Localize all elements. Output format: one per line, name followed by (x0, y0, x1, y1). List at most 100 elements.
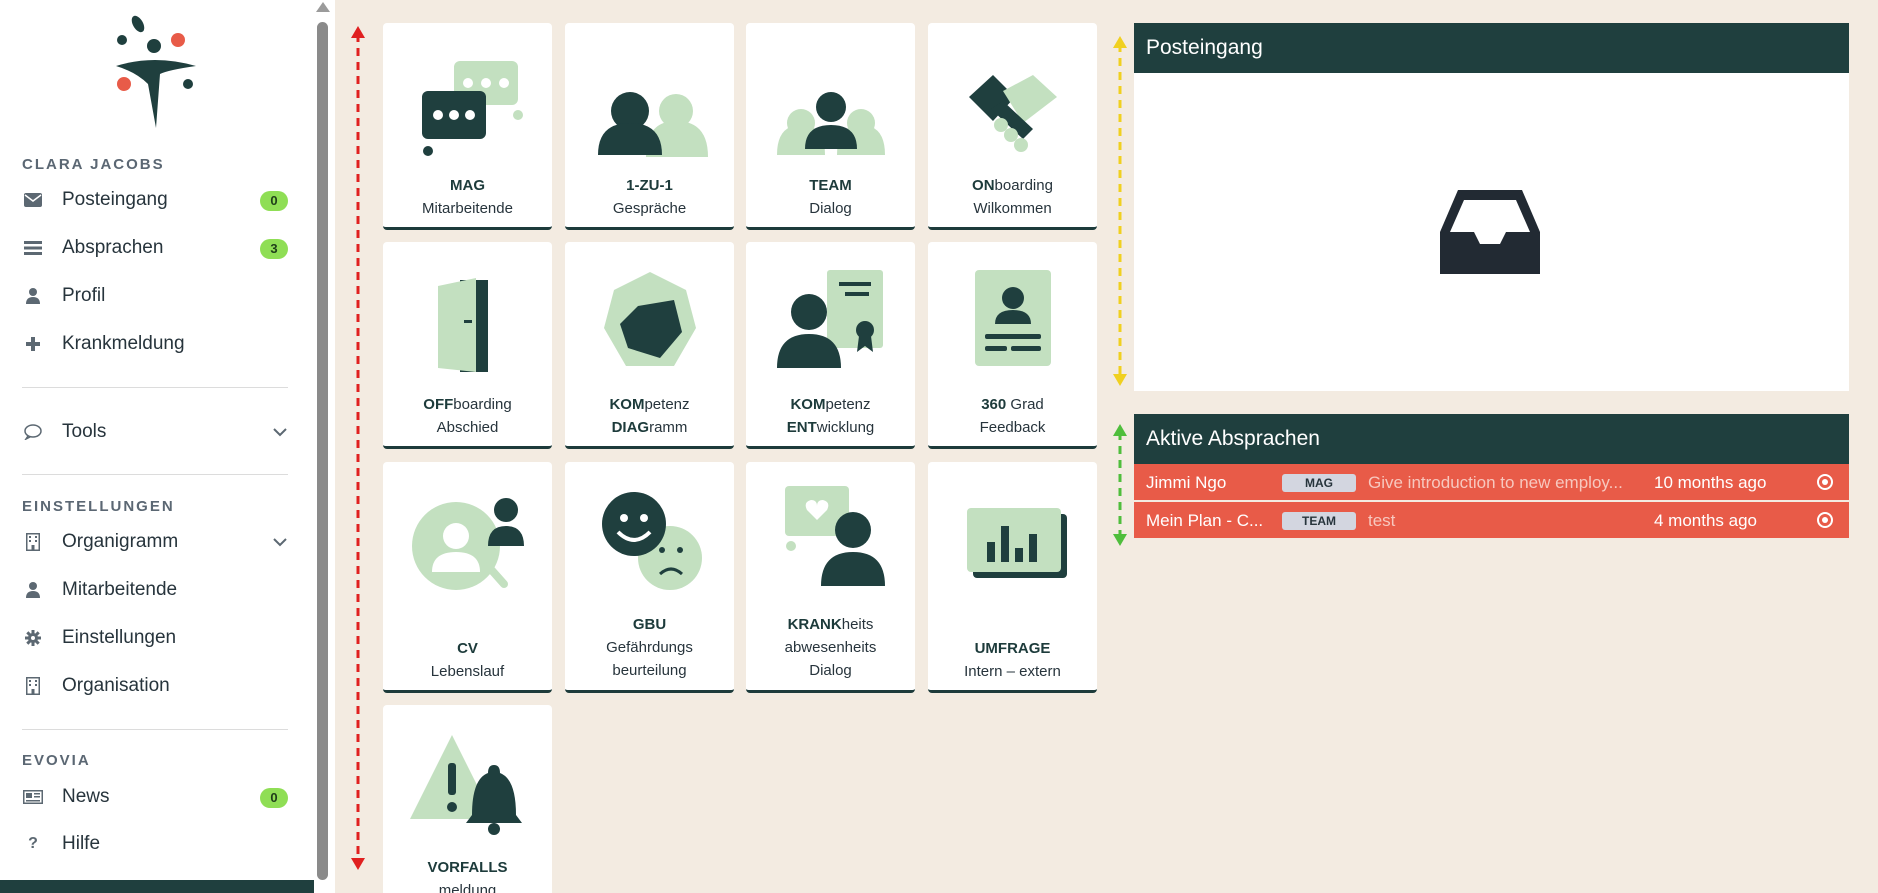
tile-label: KOMpetenz DIAGramm (609, 396, 690, 436)
profile-card-icon (928, 266, 1097, 376)
tile-umfrage[interactable]: UMFRAGE Intern – extern (928, 462, 1097, 693)
tile-kompetenz-entwicklung[interactable]: KOMpetenz ENTwicklung (746, 242, 915, 449)
sidebar-item-posteingang[interactable]: Posteingang 0 (22, 180, 292, 220)
person-heart-icon (746, 486, 915, 596)
tile-360-grad[interactable]: 360 Grad Feedback (928, 242, 1097, 449)
team-icon (746, 47, 915, 157)
scroll-up-arrow-icon[interactable] (316, 2, 330, 12)
settings-section-title: EINSTELLUNGEN (22, 498, 175, 515)
tile-label: 360 Grad Feedback (979, 396, 1046, 436)
sidebar-item-label: Organigramm (62, 531, 179, 552)
tile-label: 1-ZU-1 Gespräche (612, 177, 687, 217)
sidebar-item-label: Absprachen (62, 237, 164, 258)
sidebar-footer-bar (0, 880, 335, 893)
question-icon: ? (28, 835, 38, 852)
certificate-icon (746, 266, 915, 376)
agreement-row[interactable]: Jimmi Ngo MAG Give introduction to new e… (1134, 464, 1849, 500)
radar-diagram-icon (565, 266, 734, 376)
sidebar-item-organigramm[interactable]: Organigramm (22, 522, 292, 562)
inbox-tray-icon (1440, 190, 1540, 274)
tile-label: CV Lebenslauf (430, 640, 505, 680)
plus-icon (22, 333, 44, 355)
scrollbar-thumb[interactable] (317, 22, 328, 880)
tile-1-zu-1[interactable]: 1-ZU-1 Gespräche (565, 23, 734, 230)
tile-mag[interactable]: MAG Mitarbeitende (383, 23, 552, 230)
tile-gbu[interactable]: GBU Gefährdungs beurteilung (565, 462, 734, 693)
sidebar-item-label: Posteingang (62, 189, 168, 210)
sidebar-item-label: Profil (62, 285, 106, 306)
chevron-down-icon (273, 538, 287, 547)
tile-label: UMFRAGE Intern – extern (964, 640, 1061, 680)
sidebar-item-label: Einstellungen (62, 627, 177, 648)
count-badge: 0 (260, 191, 288, 211)
warning-bell-icon (383, 729, 552, 839)
agreement-row[interactable]: Mein Plan - C... TEAM test 4 months ago (1134, 502, 1849, 538)
sidebar-item-profil[interactable]: Profil (22, 276, 292, 316)
sidebar-item-label: News (62, 786, 110, 807)
user-icon (22, 285, 44, 307)
agreement-description: Give introduction to new employ... (1368, 473, 1623, 492)
door-icon (383, 266, 552, 376)
yellow-dashed-arrow (1113, 36, 1127, 386)
count-badge: 3 (260, 239, 288, 259)
sidebar-item-krankmeldung[interactable]: Krankmeldung (22, 324, 292, 364)
agreement-name: Mein Plan - C... (1146, 511, 1264, 530)
building-icon (22, 675, 44, 697)
count-badge: 0 (260, 788, 288, 808)
evovia-section-title: EVOVIA (22, 752, 91, 769)
sidebar-item-news[interactable]: News 0 (22, 777, 292, 817)
agreement-tag: MAG (1282, 474, 1356, 492)
sidebar: CLARA JACOBS Posteingang 0 Absprachen 3 … (0, 0, 335, 893)
building-icon (22, 531, 44, 553)
agreement-tag: TEAM (1282, 512, 1356, 530)
sidebar-item-tools[interactable]: Tools (22, 412, 292, 452)
envelope-icon (22, 189, 44, 211)
sidebar-item-mitarbeitende[interactable]: Mitarbeitende (22, 570, 292, 610)
tile-label: TEAM Dialog (809, 177, 852, 217)
tile-label: OFFboarding Abschied (423, 396, 512, 436)
tile-krankheits[interactable]: KRANKheits abwesenheits Dialog (746, 462, 915, 693)
sidebar-item-einstellungen[interactable]: Einstellungen (22, 618, 292, 658)
target-icon[interactable] (1817, 474, 1833, 490)
gear-icon (22, 627, 44, 649)
tile-label: MAG Mitarbeitende (422, 177, 513, 217)
tile-vorfalls[interactable]: VORFALLS meldung (383, 705, 552, 893)
user-name: CLARA JACOBS (22, 156, 165, 173)
agreement-time: 4 months ago (1654, 511, 1758, 530)
tile-cv[interactable]: CV Lebenslauf (383, 462, 552, 693)
agreements-panel-header: Aktive Absprachen (1134, 414, 1849, 464)
user-icon (22, 579, 44, 601)
divider (22, 387, 288, 388)
sidebar-scrollbar[interactable] (314, 0, 335, 893)
tile-label: VORFALLS meldung (427, 859, 508, 893)
logo-icon (116, 15, 196, 128)
two-people-icon (565, 47, 734, 157)
tile-label: KOMpetenz ENTwicklung (786, 396, 875, 436)
tile-team[interactable]: TEAM Dialog (746, 23, 915, 230)
smiley-faces-icon (565, 486, 734, 596)
chevron-down-icon (273, 428, 287, 437)
sidebar-item-label: Krankmeldung (62, 333, 185, 354)
divider (22, 729, 288, 730)
red-dashed-arrow (351, 26, 365, 870)
tile-label: KRANKheits abwesenheits Dialog (784, 616, 877, 679)
agreement-description: test (1368, 511, 1396, 530)
handshake-icon (928, 47, 1097, 157)
tile-label: GBU Gefährdungs beurteilung (606, 616, 693, 679)
sidebar-item-organisation[interactable]: Organisation (22, 666, 292, 706)
list-icon (22, 237, 44, 259)
search-person-icon (383, 486, 552, 596)
target-icon[interactable] (1817, 512, 1833, 528)
agreement-time: 10 months ago (1654, 473, 1767, 492)
sidebar-item-label: Organisation (62, 675, 170, 696)
newspaper-icon (22, 786, 44, 808)
chat-bubbles-icon (383, 47, 552, 157)
tile-label: ONboarding Wilkommen (972, 177, 1053, 217)
sidebar-item-hilfe[interactable]: ? Hilfe (22, 824, 292, 864)
tile-kompetenz-diagramm[interactable]: KOMpetenz DIAGramm (565, 242, 734, 449)
inbox-panel-body (1134, 73, 1849, 391)
sidebar-item-absprachen[interactable]: Absprachen 3 (22, 228, 292, 268)
inbox-panel-header: Posteingang (1134, 23, 1849, 73)
tile-onboarding[interactable]: ONboarding Wilkommen (928, 23, 1097, 230)
tile-offboarding[interactable]: OFFboarding Abschied (383, 242, 552, 449)
